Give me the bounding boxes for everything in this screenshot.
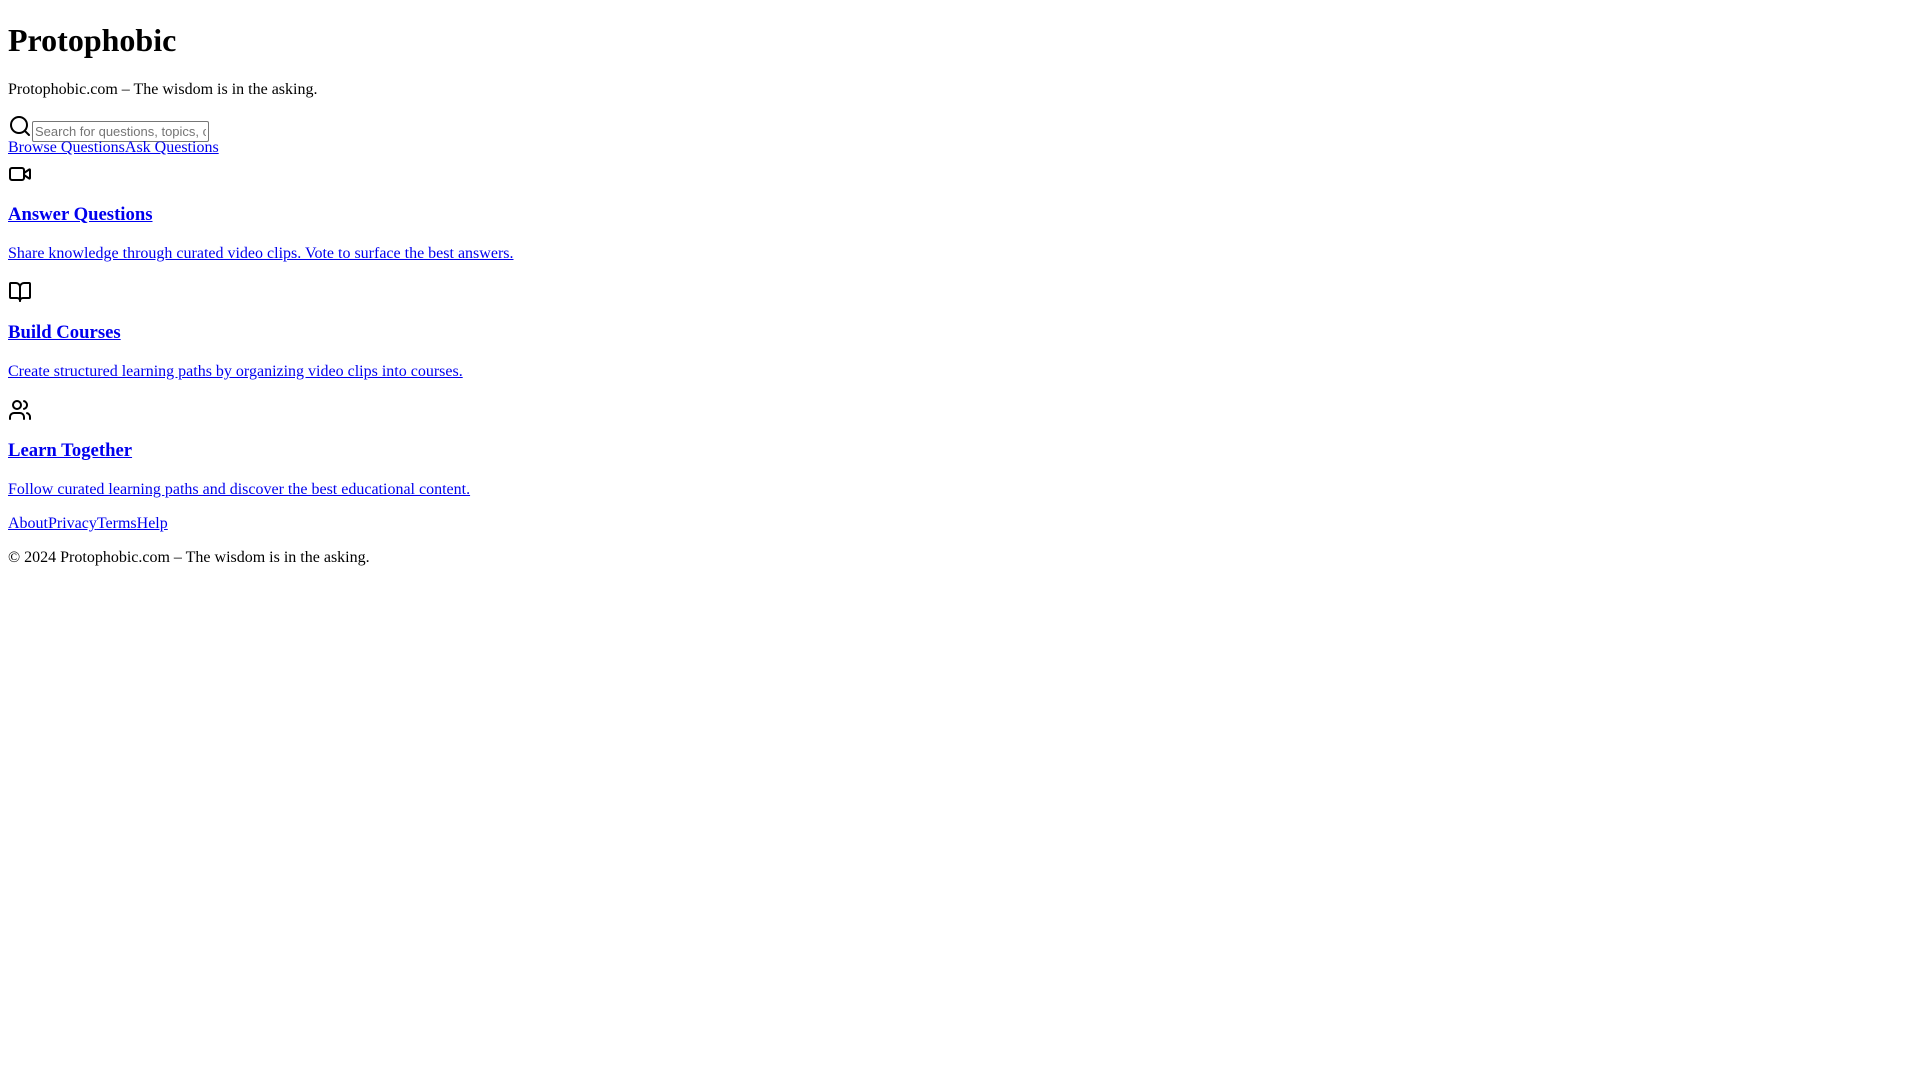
feature-description: Follow curated learning paths and discov…: [8, 481, 471, 498]
features-section: Answer Questions Share knowledge through…: [8, 162, 1912, 500]
footer-nav: AboutPrivacyTermsHelp: [8, 514, 1912, 534]
search-icon: [8, 114, 32, 138]
search-bar: [8, 114, 1912, 142]
feature-description: Create structured learning paths by orga…: [8, 363, 463, 380]
copyright-text: © 2024 Protophobic.com – The wisdom is i…: [8, 549, 370, 566]
footer-link-about[interactable]: About: [8, 515, 48, 532]
footer-link-help[interactable]: Help: [137, 515, 168, 532]
nav-browse-questions[interactable]: Browse Questions: [8, 139, 125, 156]
video-icon: [8, 162, 32, 186]
feature-build-courses[interactable]: Build Courses Create structured learning…: [8, 280, 1912, 382]
footer-link-privacy[interactable]: Privacy: [48, 515, 97, 532]
feature-title: Answer Questions: [8, 204, 153, 225]
feature-learn-together[interactable]: Learn Together Follow curated learning p…: [8, 398, 1912, 500]
site-tagline: Protophobic.com – The wisdom is in the a…: [8, 81, 318, 98]
feature-title: Build Courses: [8, 322, 121, 343]
book-open-icon: [8, 280, 32, 304]
feature-answer-questions[interactable]: Answer Questions Share knowledge through…: [8, 162, 1912, 264]
main-nav: Browse QuestionsAsk Questions: [8, 138, 1912, 158]
site-title: Protophobic: [8, 22, 177, 58]
feature-description: Share knowledge through curated video cl…: [8, 245, 514, 262]
users-icon: [8, 398, 32, 422]
feature-title: Learn Together: [8, 440, 133, 461]
footer-link-terms[interactable]: Terms: [97, 515, 137, 532]
site-header: Protophobic Protophobic.com – The wisdom…: [8, 22, 1912, 158]
nav-ask-questions[interactable]: Ask Questions: [125, 139, 219, 156]
site-footer: AboutPrivacyTermsHelp © 2024 Protophobic…: [8, 514, 1912, 568]
